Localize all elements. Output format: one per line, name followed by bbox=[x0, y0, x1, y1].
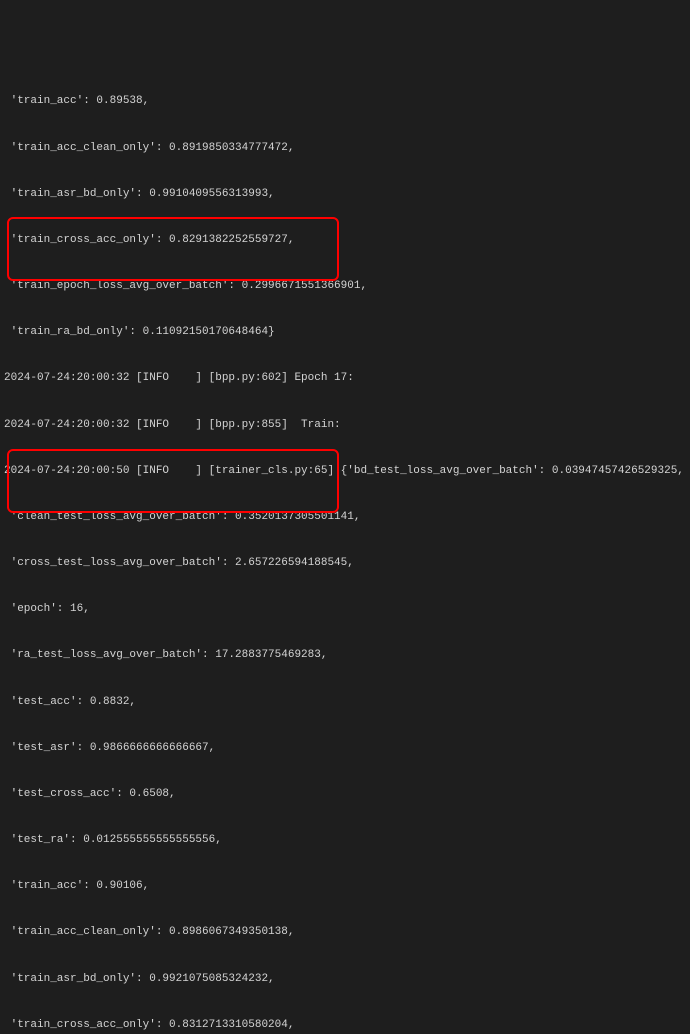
log-line: 'test_acc': 0.8832, bbox=[4, 695, 686, 710]
log-line: 'train_acc_clean_only': 0.89198503347774… bbox=[4, 141, 686, 156]
log-line: 2024-07-24:20:00:32 [INFO ] [bpp.py:602]… bbox=[4, 371, 686, 386]
log-line: 'train_cross_acc_only': 0.82913822525597… bbox=[4, 233, 686, 248]
highlight-annotation-1 bbox=[7, 217, 339, 281]
log-line: 'train_acc_clean_only': 0.89860673493501… bbox=[4, 925, 686, 940]
log-line: 'train_asr_bd_only': 0.9921075085324232, bbox=[4, 972, 686, 987]
log-line: 'train_ra_bd_only': 0.11092150170648464} bbox=[4, 325, 686, 340]
log-line: 'test_ra': 0.012555555555555556, bbox=[4, 833, 686, 848]
log-line: 'clean_test_loss_avg_over_batch': 0.3520… bbox=[4, 510, 686, 525]
log-line: 'test_asr': 0.9866666666666667, bbox=[4, 741, 686, 756]
log-line: 'train_epoch_loss_avg_over_batch': 0.299… bbox=[4, 279, 686, 294]
log-line: 'train_cross_acc_only': 0.83127133105802… bbox=[4, 1018, 686, 1033]
log-line: 'test_cross_acc': 0.6508, bbox=[4, 787, 686, 802]
log-line: 2024-07-24:20:00:32 [INFO ] [bpp.py:855]… bbox=[4, 418, 686, 433]
log-line: 'train_acc': 0.90106, bbox=[4, 879, 686, 894]
terminal-output: 'train_acc': 0.89538, 'train_acc_clean_o… bbox=[4, 64, 686, 1034]
log-line: 2024-07-24:20:00:50 [INFO ] [trainer_cls… bbox=[4, 464, 686, 479]
log-line: 'train_asr_bd_only': 0.9910409556313993, bbox=[4, 187, 686, 202]
log-line: 'ra_test_loss_avg_over_batch': 17.288377… bbox=[4, 648, 686, 663]
log-line: 'cross_test_loss_avg_over_batch': 2.6572… bbox=[4, 556, 686, 571]
log-line: 'epoch': 16, bbox=[4, 602, 686, 617]
log-line: 'train_acc': 0.89538, bbox=[4, 94, 686, 109]
highlight-annotation-2 bbox=[7, 449, 339, 513]
